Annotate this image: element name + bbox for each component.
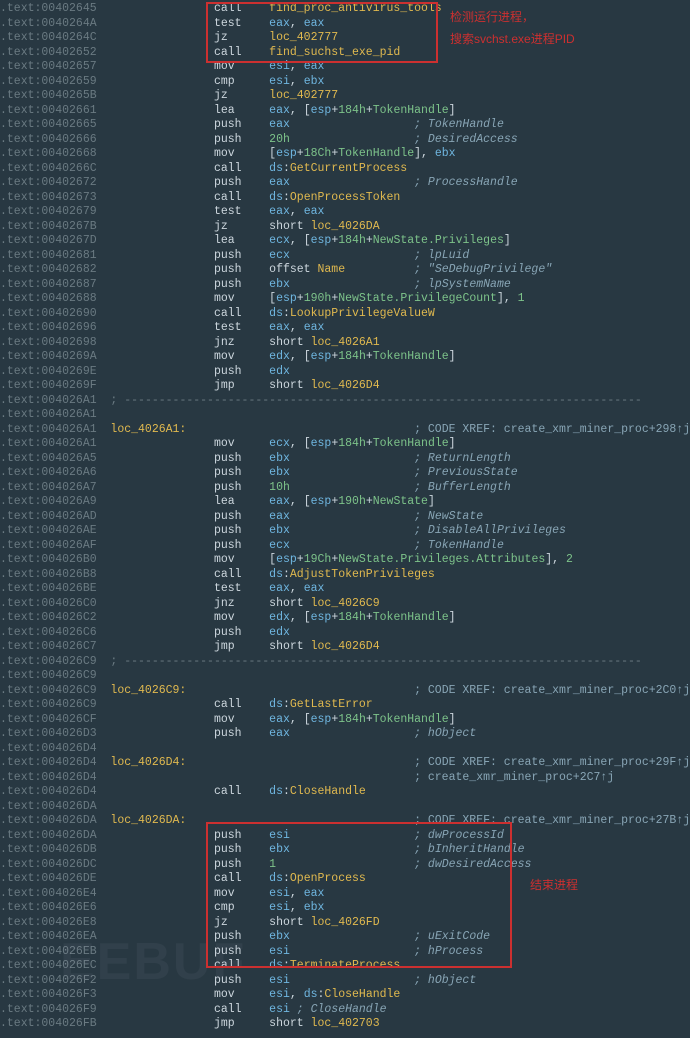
code-line[interactable]: .text:004026A9 lea eax, [esp+190h+NewSta…	[0, 495, 690, 510]
code-line[interactable]: .text:004026A1 ; -----------------------…	[0, 394, 690, 409]
code-line[interactable]: .text:004026C0 jnz short loc_4026C9	[0, 597, 690, 612]
code-line[interactable]: .text:00402661 lea eax, [esp+184h+TokenH…	[0, 104, 690, 119]
code-line[interactable]: .text:004026AF push ecx ; TokenHandle	[0, 539, 690, 554]
code-line[interactable]: .text:004026DA push esi ; dwProcessId	[0, 829, 690, 844]
code-line[interactable]: .text:00402673 call ds:OpenProcessToken	[0, 191, 690, 206]
code-line[interactable]: .text:00402645 call find_proc_antivirus_…	[0, 2, 690, 17]
code-line[interactable]: .text:004026A1 mov ecx, [esp+184h+TokenH…	[0, 437, 690, 452]
code-line[interactable]: .text:004026A1	[0, 408, 690, 423]
code-line[interactable]: .text:00402666 push 20h ; DesiredAccess	[0, 133, 690, 148]
code-line[interactable]: .text:00402681 push ecx ; lpLuid	[0, 249, 690, 264]
code-line[interactable]: .text:004026DA	[0, 800, 690, 815]
code-line[interactable]: .text:004026D3 push eax ; hObject	[0, 727, 690, 742]
code-line[interactable]: .text:0040266C call ds:GetCurrentProcess	[0, 162, 690, 177]
disassembly-view: EEBUF 检测运行进程， 搜索svchst.exe进程PID 结束进程 .te…	[0, 0, 690, 1038]
code-line[interactable]: .text:004026DC push 1 ; dwDesiredAccess	[0, 858, 690, 873]
code-line[interactable]: .text:004026E6 cmp esi, ebx	[0, 901, 690, 916]
code-line[interactable]: .text:00402668 mov [esp+18Ch+TokenHandle…	[0, 147, 690, 162]
code-line[interactable]: .text:004026C9 call ds:GetLastError	[0, 698, 690, 713]
code-line[interactable]: .text:004026A1 loc_4026A1: ; CODE XREF: …	[0, 423, 690, 438]
code-line[interactable]: .text:00402652 call find_suchst_exe_pid	[0, 46, 690, 61]
code-line[interactable]: .text:0040267B jz short loc_4026DA	[0, 220, 690, 235]
code-line[interactable]: .text:00402665 push eax ; TokenHandle	[0, 118, 690, 133]
code-line[interactable]: .text:004026E8 jz short loc_4026FD	[0, 916, 690, 931]
code-line[interactable]: .text:00402690 call ds:LookupPrivilegeVa…	[0, 307, 690, 322]
code-line[interactable]: .text:004026AE push ebx ; DisableAllPriv…	[0, 524, 690, 539]
code-line[interactable]: .text:00402682 push offset Name ; "SeDeb…	[0, 263, 690, 278]
code-line[interactable]: .text:004026CF mov eax, [esp+184h+TokenH…	[0, 713, 690, 728]
code-line[interactable]: .text:004026F9 call esi ; CloseHandle	[0, 1003, 690, 1018]
code-line[interactable]: .text:004026D4 loc_4026D4: ; CODE XREF: …	[0, 756, 690, 771]
watermark: EEBUF	[60, 930, 246, 995]
code-line[interactable]: .text:004026A7 push 10h ; BufferLength	[0, 481, 690, 496]
code-line[interactable]: .text:004026C2 mov edx, [esp+184h+TokenH…	[0, 611, 690, 626]
code-lines-container: .text:00402645 call find_proc_antivirus_…	[0, 2, 690, 1032]
code-line[interactable]: .text:0040267D lea ecx, [esp+184h+NewSta…	[0, 234, 690, 249]
code-line[interactable]: .text:004026A6 push ebx ; PreviousState	[0, 466, 690, 481]
code-line[interactable]: .text:0040265B jz loc_402777	[0, 89, 690, 104]
code-line[interactable]: .text:00402696 test eax, eax	[0, 321, 690, 336]
code-line[interactable]: .text:0040269F jmp short loc_4026D4	[0, 379, 690, 394]
code-line[interactable]: .text:004026D4 call ds:CloseHandle	[0, 785, 690, 800]
code-line[interactable]: .text:0040269A mov edx, [esp+184h+TokenH…	[0, 350, 690, 365]
code-line[interactable]: .text:004026AD push eax ; NewState	[0, 510, 690, 525]
code-line[interactable]: .text:004026B8 call ds:AdjustTokenPrivil…	[0, 568, 690, 583]
code-line[interactable]: .text:0040264C jz loc_402777	[0, 31, 690, 46]
code-line[interactable]: .text:0040264A test eax, eax	[0, 17, 690, 32]
code-line[interactable]: .text:004026A5 push ebx ; ReturnLength	[0, 452, 690, 467]
code-line[interactable]: .text:00402687 push ebx ; lpSystemName	[0, 278, 690, 293]
code-line[interactable]: .text:00402688 mov [esp+190h+NewState.Pr…	[0, 292, 690, 307]
code-line[interactable]: .text:004026C7 jmp short loc_4026D4	[0, 640, 690, 655]
code-line[interactable]: .text:004026D4	[0, 742, 690, 757]
code-line[interactable]: .text:00402672 push eax ; ProcessHandle	[0, 176, 690, 191]
code-line[interactable]: .text:004026D4 ; create_xmr_miner_proc+2…	[0, 771, 690, 786]
code-line[interactable]: .text:00402679 test eax, eax	[0, 205, 690, 220]
code-line[interactable]: .text:004026B0 mov [esp+19Ch+NewState.Pr…	[0, 553, 690, 568]
code-line[interactable]: .text:004026BE test eax, eax	[0, 582, 690, 597]
code-line[interactable]: .text:00402659 cmp esi, ebx	[0, 75, 690, 90]
code-line[interactable]: .text:004026FB jmp short loc_402703	[0, 1017, 690, 1032]
code-line[interactable]: .text:004026C9 loc_4026C9: ; CODE XREF: …	[0, 684, 690, 699]
code-line[interactable]: .text:004026C9 ; -----------------------…	[0, 655, 690, 670]
code-line[interactable]: .text:004026E4 mov esi, eax	[0, 887, 690, 902]
code-line[interactable]: .text:004026DB push ebx ; bInheritHandle	[0, 843, 690, 858]
code-line[interactable]: .text:004026DE call ds:OpenProcess	[0, 872, 690, 887]
code-line[interactable]: .text:00402657 mov esi, eax	[0, 60, 690, 75]
code-line[interactable]: .text:004026C6 push edx	[0, 626, 690, 641]
code-line[interactable]: .text:00402698 jnz short loc_4026A1	[0, 336, 690, 351]
code-line[interactable]: .text:004026DA loc_4026DA: ; CODE XREF: …	[0, 814, 690, 829]
code-line[interactable]: .text:004026C9	[0, 669, 690, 684]
code-line[interactable]: .text:0040269E push edx	[0, 365, 690, 380]
